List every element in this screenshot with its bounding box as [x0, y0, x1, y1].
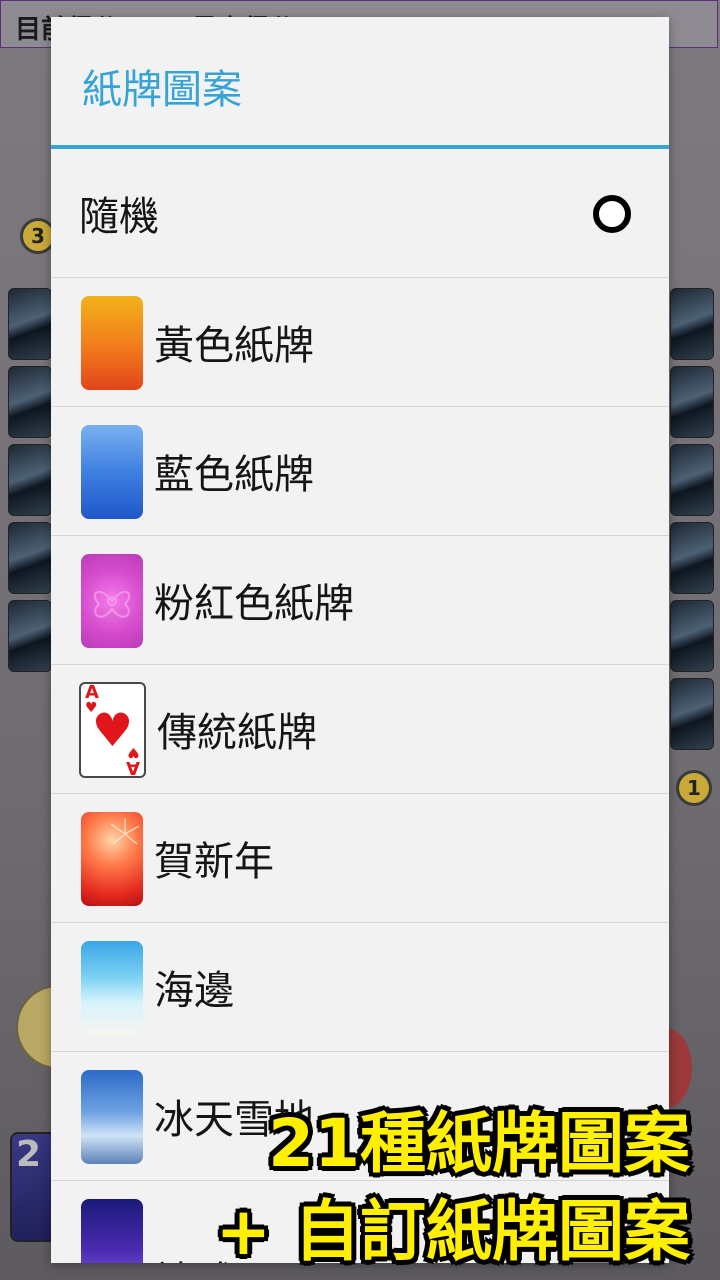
- dialog-title: 紙牌圖案: [82, 67, 242, 113]
- bg-card: [8, 444, 52, 516]
- promo-line-2: + 自訂紙牌圖案: [215, 1193, 690, 1270]
- player-badge-right: 1: [676, 770, 712, 806]
- bg-card: [8, 288, 52, 360]
- option-traditional[interactable]: A ♥ ♥ ♥ A 傳統紙牌: [51, 665, 669, 794]
- bg-card: [670, 288, 714, 360]
- option-yellow[interactable]: 黃色紙牌: [51, 278, 669, 407]
- promo-line-1: 21種紙牌圖案: [268, 1105, 690, 1182]
- earth-card-back-icon: [81, 1199, 143, 1263]
- bg-card: [8, 600, 52, 672]
- option-blue[interactable]: 藍色紙牌: [51, 407, 669, 536]
- radio-button[interactable]: [593, 195, 631, 233]
- bg-card: [8, 522, 52, 594]
- bg-card: [670, 366, 714, 438]
- fireworks-icon: [110, 818, 140, 845]
- card-back-dialog: 紙牌圖案 隨機 黃色紙牌 藍色紙牌 粉紅色紙牌 A ♥ ♥ ♥ A 傳統紙牌 賀…: [51, 17, 669, 1263]
- seaside-card-back-icon: [81, 941, 143, 1035]
- bg-card: [670, 444, 714, 516]
- ace-rank: A: [126, 757, 140, 778]
- pink-pattern-icon: [93, 590, 131, 618]
- bg-card: [670, 678, 714, 750]
- option-seaside[interactable]: 海邊: [51, 923, 669, 1052]
- ice-snow-card-back-icon: [81, 1070, 143, 1164]
- fireworks-card-back-icon: [81, 812, 143, 906]
- option-pink[interactable]: 粉紅色紙牌: [51, 536, 669, 665]
- bg-card: [8, 366, 52, 438]
- option-label: 粉紅色紙牌: [154, 581, 354, 627]
- blue-card-back-icon: [81, 425, 143, 519]
- option-label: 海邊: [154, 968, 234, 1014]
- bg-card: [670, 600, 714, 672]
- bg-card: [670, 522, 714, 594]
- option-label: 隨機: [79, 194, 159, 240]
- stock-count: 2: [16, 1134, 42, 1175]
- option-label: 藍色紙牌: [154, 452, 314, 498]
- option-new-year[interactable]: 賀新年: [51, 794, 669, 923]
- yellow-card-back-icon: [81, 296, 143, 390]
- option-label: 黃色紙牌: [154, 323, 314, 369]
- option-random[interactable]: 隨機: [51, 149, 669, 278]
- ace-of-hearts-icon: A ♥ ♥ ♥ A: [79, 682, 146, 778]
- pink-card-back-icon: [81, 554, 143, 648]
- option-label: 傳統紙牌: [157, 710, 317, 756]
- option-label: 賀新年: [154, 839, 274, 885]
